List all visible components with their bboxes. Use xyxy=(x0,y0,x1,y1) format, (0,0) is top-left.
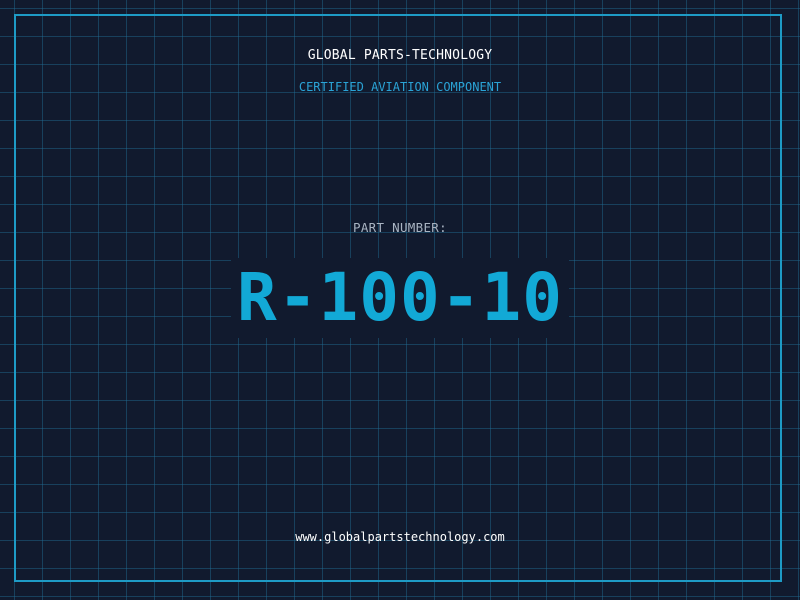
certification-subtitle: CERTIFIED AVIATION COMPONENT xyxy=(298,80,502,94)
part-number-label: PART NUMBER: xyxy=(353,220,447,235)
part-number-container: R-100-10 xyxy=(0,258,800,338)
part-number-value: R-100-10 xyxy=(231,258,569,338)
website-url: www.globalpartstechnology.com xyxy=(295,530,505,544)
label-card: GLOBAL PARTS-TECHNOLOGY CERTIFIED AVIATI… xyxy=(0,0,800,600)
company-name: GLOBAL PARTS-TECHNOLOGY xyxy=(307,48,493,63)
